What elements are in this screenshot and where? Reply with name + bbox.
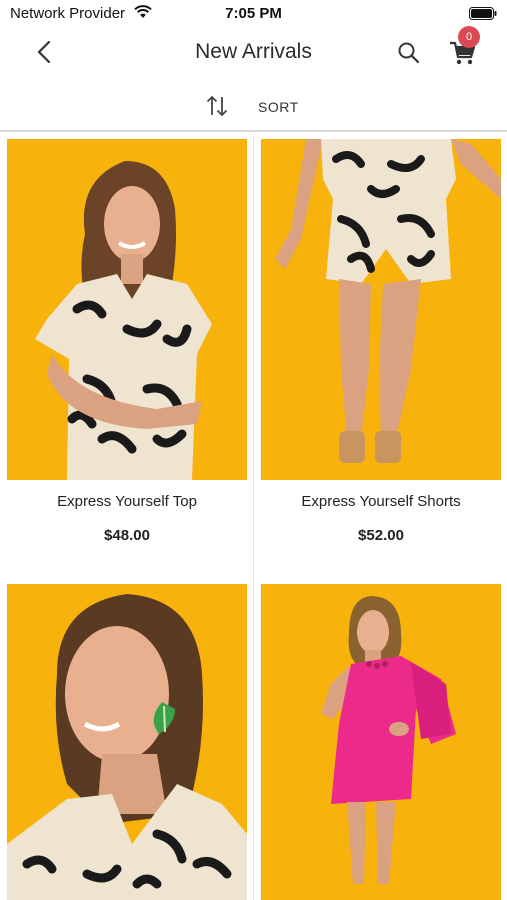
page-title: New Arrivals: [195, 40, 312, 63]
sort-arrows-icon: [206, 95, 228, 117]
battery-icon: [469, 7, 497, 20]
grid-divider: [253, 134, 254, 900]
product-name: Express Yourself Top: [57, 493, 197, 510]
cart-count-badge: 0: [458, 26, 480, 48]
product-price: $48.00: [104, 527, 150, 544]
sort-bar: SORT: [0, 82, 507, 132]
status-bar: Network Provider 7:05 PM: [0, 0, 507, 28]
product-name: Express Yourself Shorts: [301, 493, 461, 510]
search-button[interactable]: [396, 40, 422, 66]
product-image[interactable]: [261, 584, 501, 900]
product-card[interactable]: [261, 584, 501, 900]
product-card[interactable]: [7, 584, 247, 900]
product-price: $52.00: [358, 527, 404, 544]
nav-bar: New Arrivals 0: [0, 26, 507, 78]
sort-button[interactable]: SORT: [200, 90, 310, 122]
product-card[interactable]: Express Yourself Top $48.00: [7, 139, 247, 559]
search-icon: [398, 42, 420, 64]
status-time: 7:05 PM: [225, 5, 282, 22]
sort-label: SORT: [258, 99, 299, 115]
product-image[interactable]: [7, 139, 247, 480]
product-card[interactable]: Express Yourself Shorts $52.00: [261, 139, 501, 559]
product-image[interactable]: [7, 584, 247, 900]
product-image[interactable]: [261, 139, 501, 480]
